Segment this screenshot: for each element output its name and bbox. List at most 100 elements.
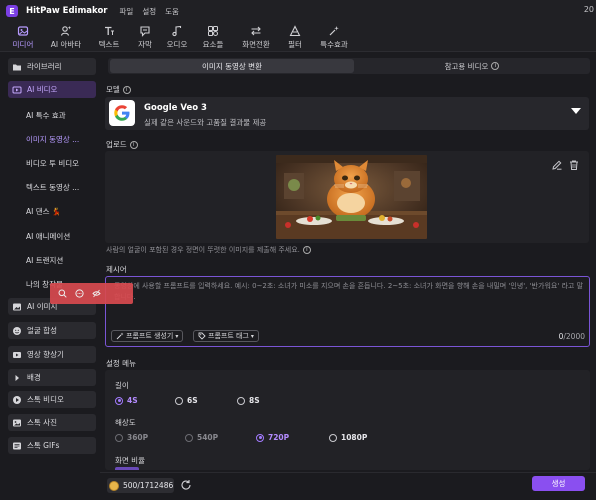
tool-media[interactable]: 미디어: [6, 22, 40, 52]
sidebar-video-enhancer[interactable]: 영상 향상기: [8, 346, 96, 363]
upload-area[interactable]: [105, 151, 589, 243]
chevron-down-icon: ▾: [175, 332, 179, 340]
hint-info-icon[interactable]: i: [302, 246, 311, 254]
transition-icon: [251, 26, 261, 35]
sidebar-face-swap[interactable]: 얼굴 합성: [8, 322, 96, 339]
sidebar-item-text-to-video[interactable]: 텍스트 동영상 ...: [26, 182, 79, 193]
sidebar-item-video-to-video[interactable]: 비디오 투 비디오: [26, 158, 79, 169]
hide-icon[interactable]: [92, 289, 101, 298]
sidebar-background[interactable]: 배경: [8, 369, 96, 386]
sidebar-item-ai-dance[interactable]: AI 댄스 💃: [26, 206, 61, 217]
model-label: 모델 i: [106, 84, 131, 95]
prompt-generator-button[interactable]: 프롬프트 생성기 ▾: [111, 330, 184, 342]
radio-disabled: [185, 433, 193, 442]
folder-icon: [12, 62, 22, 72]
info-icon[interactable]: i: [491, 62, 500, 70]
prompt-textarea[interactable]: 동영상에 사용할 프롬프트를 입력하세요. 예시: 0~2초: 소녀가 미소를 …: [105, 276, 590, 347]
gif-icon: [12, 441, 22, 451]
resolution-option-360p[interactable]: 360P: [115, 433, 148, 442]
sidebar-item-ai-effects[interactable]: AI 특수 효과: [26, 110, 66, 121]
settings-panel: 길이 4S 6S 8S 해상도 360P 540P 720P 1080P 화면 …: [105, 370, 590, 470]
enhancer-icon: [12, 350, 22, 360]
title-right-text: 20: [583, 5, 594, 14]
model-selector[interactable]: Google Veo 3 실제 같은 사운드와 고품질 결과물 제공: [105, 97, 589, 130]
upload-info-icon[interactable]: i: [129, 141, 138, 149]
sidebar-library[interactable]: 라이브러리: [8, 58, 96, 75]
floating-overlay-toolbar[interactable]: [50, 283, 133, 304]
sidebar-ai-video[interactable]: AI 비디오: [8, 81, 96, 98]
menu-file[interactable]: 파일: [120, 6, 134, 17]
chevron-down-icon[interactable]: [571, 108, 581, 114]
avatar-icon: [60, 25, 72, 36]
uploaded-image-preview: [276, 155, 427, 239]
aspect-option-partial[interactable]: [115, 467, 139, 470]
tool-ai-avatar[interactable]: AI 아바타: [46, 22, 86, 52]
tool-audio[interactable]: 오디오: [160, 22, 194, 52]
credit-balance[interactable]: 500/1712486: [107, 478, 174, 493]
search-icon[interactable]: [58, 289, 67, 298]
radio-selected: [256, 433, 264, 442]
sidebar: 라이브러리 AI 비디오 AI 특수 효과 이미지 동영상 ... 비디오 투 …: [0, 52, 100, 500]
model-description: 실제 같은 사운드와 고품질 결과물 제공: [144, 118, 267, 127]
menu-settings[interactable]: 설정: [142, 6, 156, 17]
photo-icon: [12, 418, 22, 428]
length-option-4s[interactable]: 4S: [115, 396, 138, 405]
menu-help[interactable]: 도움: [165, 6, 179, 17]
tool-text[interactable]: 텍스트: [92, 22, 126, 52]
sidebar-item-image-to-video[interactable]: 이미지 동영상 ...: [26, 134, 79, 145]
sidebar-item-ai-transition[interactable]: AI 트랜지션: [26, 255, 63, 266]
radio-unselected: [175, 396, 183, 405]
upload-hint: 사람의 얼굴이 포함된 경우 정면이 뚜렷한 이미지를 제출해 주세요. i: [106, 245, 311, 255]
generate-button[interactable]: 생성: [532, 476, 585, 491]
chat-icon[interactable]: [75, 289, 84, 298]
face-swap-icon: [12, 326, 22, 336]
tab-image-to-video[interactable]: 이미지 동영상 변환: [110, 59, 354, 73]
bottom-bar: 500/1712486 생성: [100, 472, 596, 500]
menu-bar: 파일 설정 도움: [120, 6, 179, 17]
length-label: 길이: [115, 381, 129, 390]
sidebar-stock-photo[interactable]: 스톡 사진: [8, 414, 96, 431]
tool-effects[interactable]: 특수효과: [314, 22, 354, 52]
tag-icon: [198, 332, 206, 340]
edit-icon[interactable]: [551, 159, 563, 171]
main-panel: 이미지 동영상 변환 참고용 비디오 i 모델 i Google Veo 3 실제…: [100, 52, 596, 500]
google-logo-icon: [109, 100, 135, 126]
sidebar-stock-video[interactable]: 스톡 비디오: [8, 391, 96, 408]
chevron-down-icon: ▾: [250, 332, 254, 340]
tool-transition[interactable]: 화면전환: [236, 22, 276, 52]
tool-subtitle[interactable]: 자막: [128, 22, 162, 52]
tool-filter[interactable]: 필터: [280, 22, 310, 52]
aspect-ratio-label: 화면 비율: [115, 456, 145, 465]
char-counter: 0/2000: [558, 332, 585, 341]
radio-selected: [115, 396, 123, 405]
model-name: Google Veo 3: [144, 103, 207, 113]
length-option-8s[interactable]: 8S: [237, 396, 260, 405]
coin-icon: [109, 480, 119, 491]
resolution-option-720p[interactable]: 720P: [256, 433, 289, 442]
settings-label: 설정 메뉴: [106, 359, 136, 368]
sidebar-item-ai-animation[interactable]: AI 애니메이션: [26, 231, 70, 242]
tool-elements[interactable]: 요소들: [196, 22, 230, 52]
sidebar-stock-gifs[interactable]: 스톡 GIFs: [8, 437, 96, 454]
chevron-right-icon: [12, 373, 22, 383]
prompt-placeholder: 동영상에 사용할 프롬프트를 입력하세요. 예시: 0~2초: 소녀가 미소를 …: [114, 282, 584, 301]
resolution-label: 해상도: [115, 418, 136, 427]
magic-icon: [116, 332, 124, 340]
resolution-option-540p[interactable]: 540P: [185, 433, 218, 442]
media-icon: [17, 25, 29, 36]
trash-icon[interactable]: [568, 159, 580, 171]
model-info-icon[interactable]: i: [122, 86, 131, 94]
text-icon: [105, 26, 114, 35]
subtitle-icon: [140, 25, 150, 37]
prompt-tag-button[interactable]: 프롬프트 태그 ▾: [193, 330, 259, 342]
audio-icon: [172, 25, 182, 36]
app-title: HitPaw Edimakor: [26, 6, 108, 16]
elements-icon: [208, 25, 218, 36]
radio-unselected: [237, 396, 245, 405]
upload-label: 업로드 i: [106, 139, 138, 150]
resolution-option-1080p[interactable]: 1080P: [329, 433, 367, 442]
tab-reference-video[interactable]: 참고용 비디오 i: [356, 59, 588, 73]
app-logo-icon: E: [6, 5, 18, 17]
length-option-6s[interactable]: 6S: [175, 396, 198, 405]
refresh-icon[interactable]: [180, 479, 192, 491]
